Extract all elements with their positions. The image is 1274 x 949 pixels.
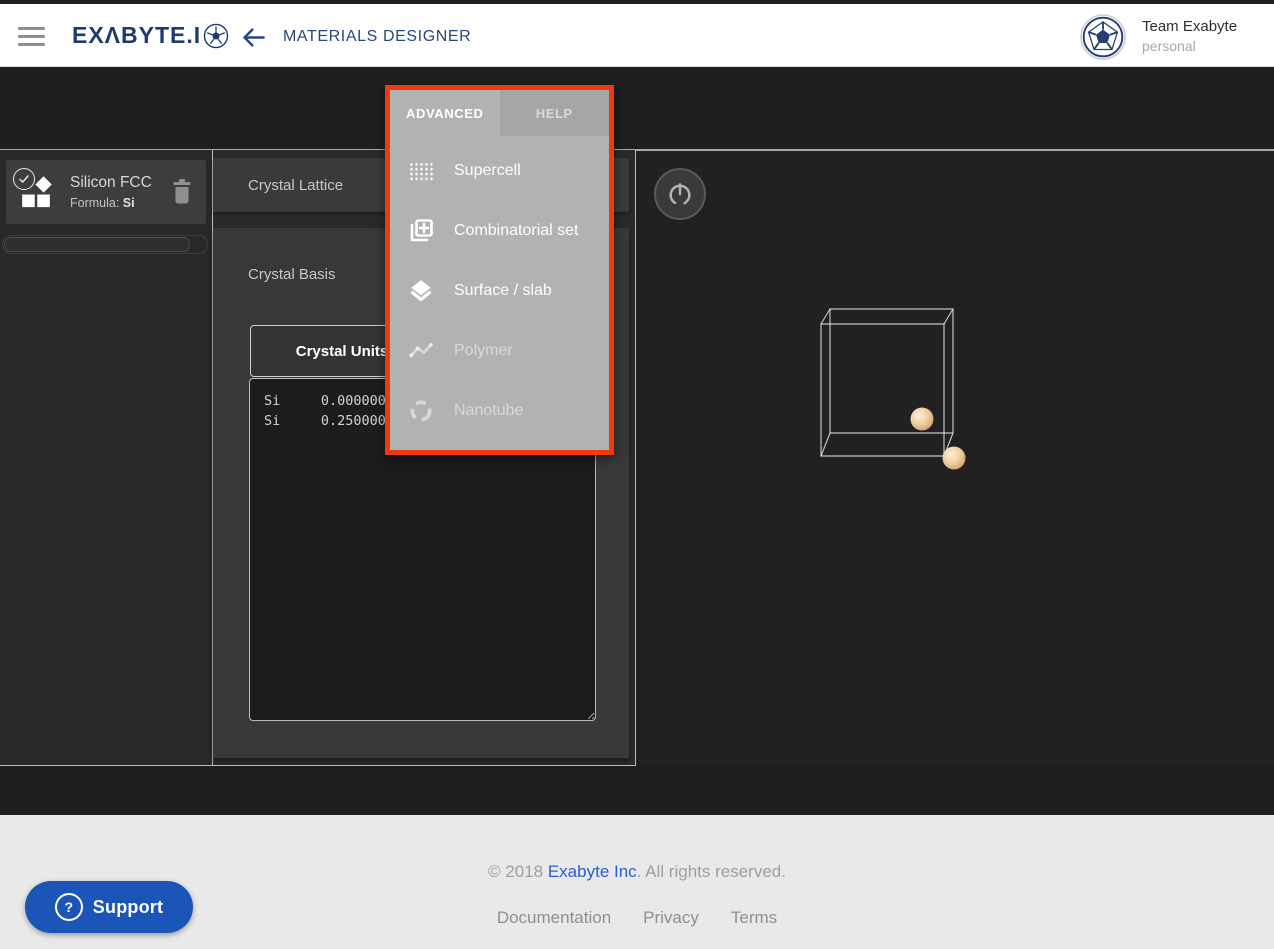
atom-sphere[interactable] [911,408,934,431]
scrollbar-thumb[interactable] [4,237,190,252]
material-formula: Formula: Si [70,196,152,210]
designer-menubar: INPUT/OUTPUT EDIT VIEW [0,67,1274,150]
atom-sphere[interactable] [943,447,966,470]
material-widgets-icon [18,175,54,209]
page-footer: © 2018 Exabyte Inc. All rights reserved.… [0,815,1274,949]
dropdown-tab-strip: ADVANCED HELP [390,90,609,136]
menu-item-surface-slab[interactable]: Surface / slab [390,261,609,321]
trash-icon[interactable] [170,178,194,205]
layers-icon [408,278,434,304]
3d-viewport[interactable] [636,151,1274,765]
tab-advanced[interactable]: ADVANCED [390,90,500,136]
page-title: MATERIALS DESIGNER [283,28,471,46]
question-icon: ? [55,893,83,921]
link-documentation[interactable]: Documentation [497,908,611,928]
hamburger-menu-icon[interactable] [18,27,45,46]
brand-logo[interactable]: EXΛBYTE.I [72,22,229,49]
material-labels: Silicon FCC Formula: Si [70,174,152,210]
copyright-line: © 2018 Exabyte Inc. All rights reserved. [0,862,1274,882]
materials-sidebar: Silicon FCC Formula: Si [0,150,213,766]
crystal-basis-title: Crystal Basis [248,266,336,283]
menu-item-supercell[interactable]: Supercell [390,141,609,201]
menu-item-nanotube[interactable]: Nanotube [390,381,609,441]
material-name: Silicon FCC [70,174,152,192]
account-type: personal [1142,38,1237,54]
app-header: EXΛBYTE.I MATERIALS DESIGNER [0,4,1274,67]
selected-check-badge-icon[interactable] [13,168,35,190]
power-button[interactable] [654,168,706,220]
menu-item-combinatorial-set[interactable]: Combinatorial set [390,201,609,261]
3d-viewer-panel [636,150,1274,767]
crystal-lattice-title: Crystal Lattice [248,177,343,194]
unit-cell-wireframe [821,309,953,456]
polymer-zigzag-icon [408,338,434,364]
power-icon [667,181,693,207]
account-info[interactable]: Team Exabyte personal [1142,18,1237,54]
advanced-menu-dropdown: ADVANCED HELP Supercell Combinatorial se… [385,85,614,455]
team-avatar[interactable] [1080,14,1126,60]
back-arrow-icon[interactable] [240,24,267,51]
support-button[interactable]: ? Support [25,881,193,933]
supercell-grid-icon [408,158,434,184]
nanotube-loop-icon [408,398,434,424]
link-privacy[interactable]: Privacy [643,908,699,928]
material-list-item[interactable]: Silicon FCC Formula: Si [6,160,206,224]
bottom-strip [0,766,1274,815]
link-terms[interactable]: Terms [731,908,777,928]
brand-text: EXΛBYTE.I [72,22,201,49]
library-add-icon [408,218,434,244]
menu-item-polymer[interactable]: Polymer [390,321,609,381]
soccer-ball-icon [203,23,229,49]
sidebar-horizontal-scrollbar[interactable] [2,235,208,254]
company-link[interactable]: Exabyte Inc [548,862,637,881]
tab-help[interactable]: HELP [500,90,610,136]
support-label: Support [93,897,163,918]
dropdown-items: Supercell Combinatorial set [390,136,609,441]
team-name: Team Exabyte [1142,18,1237,35]
